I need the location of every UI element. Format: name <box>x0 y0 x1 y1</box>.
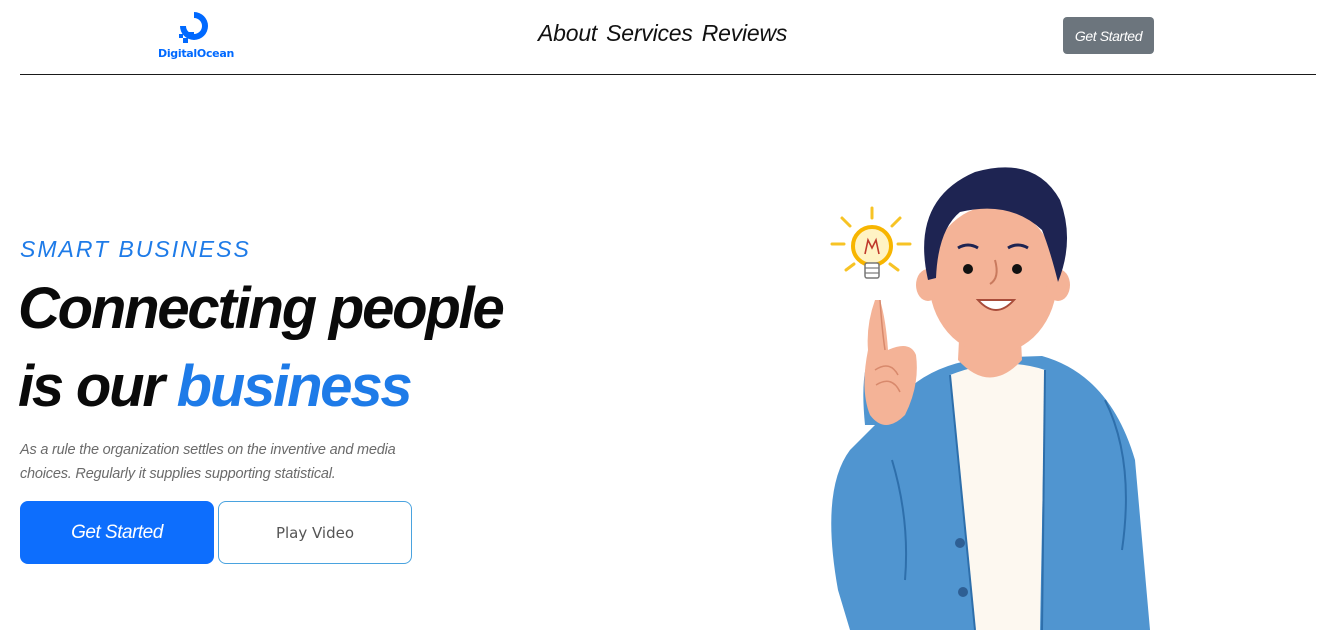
play-video-button[interactable]: Play Video <box>218 501 412 564</box>
main-nav: About Services Reviews <box>538 20 787 47</box>
nav-reviews[interactable]: Reviews <box>702 20 788 47</box>
header-get-started-button[interactable]: Get Started <box>1063 17 1154 54</box>
get-started-button[interactable]: Get Started <box>20 501 214 564</box>
lightbulb-icon <box>830 206 912 279</box>
man-pointing-illustration <box>830 167 1150 630</box>
brand-logo[interactable]: DigitalOcean <box>158 2 234 64</box>
header-divider <box>20 74 1316 75</box>
hero-eyebrow: SMART BUSINESS <box>20 236 251 262</box>
headline-line-2-prefix: is our <box>18 354 165 419</box>
nav-services[interactable]: Services <box>606 20 693 47</box>
logo-text: DigitalOcean <box>158 47 234 60</box>
headline-line-1: Connecting people <box>18 276 505 341</box>
site-header: DigitalOcean About Services Reviews Get … <box>0 0 1322 75</box>
digitalocean-logo-icon <box>179 12 208 43</box>
nav-about[interactable]: About <box>538 20 597 47</box>
headline-accent: business <box>176 354 413 419</box>
hero-headline: Connecting people is our business <box>18 270 505 426</box>
hero-description: As a rule the organization settles on th… <box>20 442 396 482</box>
